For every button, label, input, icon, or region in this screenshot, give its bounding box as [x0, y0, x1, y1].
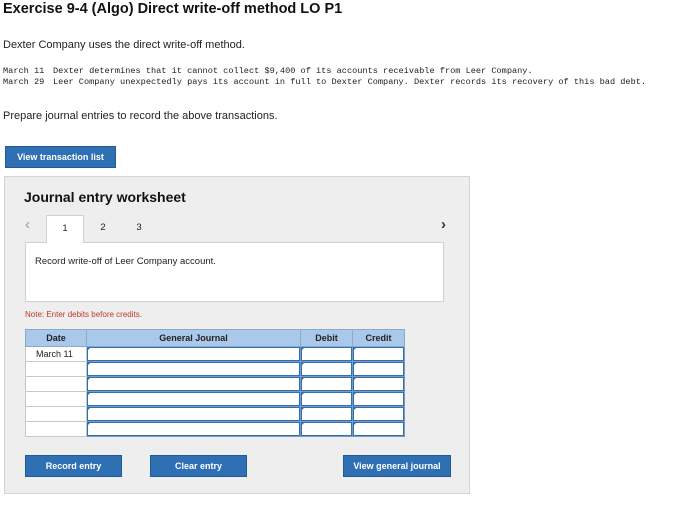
transaction-item: March 11 Dexter determines that it canno… — [3, 66, 683, 77]
tab-entry-1[interactable]: 1 — [46, 215, 84, 243]
table-row — [25, 391, 405, 407]
record-entry-button[interactable]: Record entry — [25, 455, 122, 477]
debit-input[interactable] — [300, 421, 353, 437]
credit-input[interactable] — [352, 421, 405, 437]
credit-input[interactable] — [352, 406, 405, 422]
table-row: March 11 — [25, 346, 405, 362]
previous-arrow-icon[interactable]: ‹ — [25, 217, 30, 233]
table-row — [25, 406, 405, 422]
date-cell: March 11 — [25, 346, 87, 362]
credit-input[interactable] — [352, 361, 405, 377]
debit-input[interactable] — [300, 346, 353, 362]
intro-text: Dexter Company uses the direct write-off… — [3, 39, 245, 51]
debit-credit-note: Note: Enter debits before credits. — [25, 310, 142, 319]
worksheet-title: Journal entry worksheet — [24, 189, 186, 205]
account-input[interactable] — [86, 376, 301, 392]
journal-table: Date General Journal Debit Credit March … — [25, 329, 405, 437]
tab-entry-3[interactable]: 3 — [120, 215, 158, 243]
clear-entry-button[interactable]: Clear entry — [150, 455, 247, 477]
credit-input[interactable] — [352, 391, 405, 407]
date-cell — [25, 406, 87, 422]
entry-description: Record write-off of Leer Company account… — [35, 256, 216, 267]
debit-input[interactable] — [300, 376, 353, 392]
table-row — [25, 421, 405, 437]
journal-entry-worksheet: Journal entry worksheet ‹ 1 2 3 › Record… — [4, 176, 470, 494]
date-cell — [25, 361, 87, 377]
transaction-date: March 29 — [3, 76, 45, 87]
account-input[interactable] — [86, 361, 301, 377]
tab-entry-2[interactable]: 2 — [84, 215, 122, 243]
column-header-credit: Credit — [352, 329, 405, 347]
next-arrow-icon[interactable]: › — [441, 217, 446, 233]
debit-input[interactable] — [300, 391, 353, 407]
table-header-row: Date General Journal Debit Credit — [25, 329, 405, 347]
table-row — [25, 376, 405, 392]
transaction-text: Leer Company unexpectedly pays its accou… — [53, 76, 647, 87]
debit-input[interactable] — [300, 406, 353, 422]
debit-input[interactable] — [300, 361, 353, 377]
transaction-item: March 29 Leer Company unexpectedly pays … — [3, 77, 683, 88]
column-header-date: Date — [25, 329, 87, 347]
date-cell — [25, 391, 87, 407]
transaction-date: March 11 — [3, 66, 45, 76]
account-input[interactable] — [86, 421, 301, 437]
account-input[interactable] — [86, 346, 301, 362]
date-cell — [25, 421, 87, 437]
credit-input[interactable] — [352, 346, 405, 362]
column-header-general-journal: General Journal — [86, 329, 301, 347]
view-general-journal-button[interactable]: View general journal — [343, 455, 451, 477]
credit-input[interactable] — [352, 376, 405, 392]
column-header-debit: Debit — [300, 329, 353, 347]
entry-description-panel: Record write-off of Leer Company account… — [25, 242, 444, 302]
table-row — [25, 361, 405, 377]
transaction-text: Dexter determines that it cannot collect… — [53, 66, 533, 76]
instructions-text: Prepare journal entries to record the ab… — [3, 110, 278, 122]
view-transaction-list-button[interactable]: View transaction list — [5, 146, 116, 168]
transactions-list: March 11 Dexter determines that it canno… — [3, 66, 683, 87]
account-input[interactable] — [86, 391, 301, 407]
page-title: Exercise 9-4 (Algo) Direct write-off met… — [3, 1, 343, 17]
date-cell — [25, 376, 87, 392]
account-input[interactable] — [86, 406, 301, 422]
